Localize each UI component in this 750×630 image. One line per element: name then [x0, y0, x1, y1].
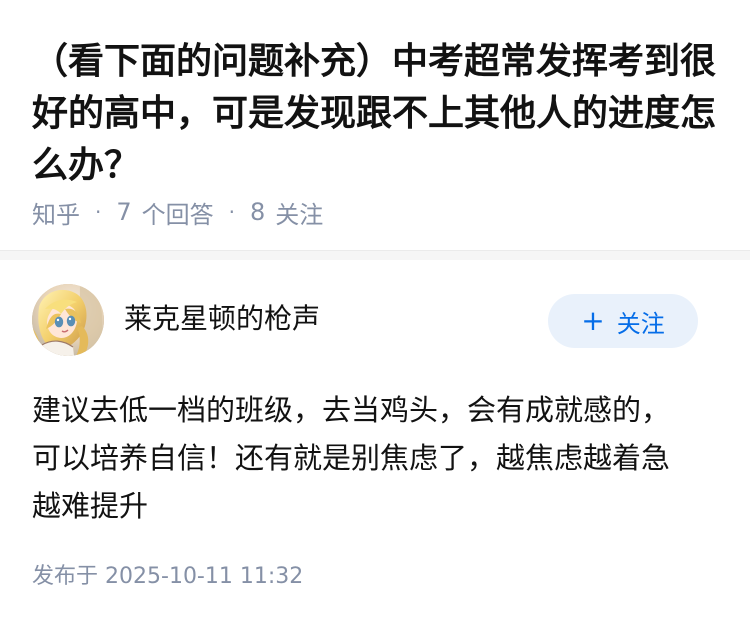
publish-datetime: 2025-10-11 11:32: [105, 564, 304, 589]
question-meta: 知乎 · 7 个回答 · 8 关注: [32, 194, 323, 230]
anime-girl-avatar-icon: [32, 284, 104, 356]
follow-button-label: 关注: [616, 309, 665, 338]
author-avatar[interactable]: [32, 284, 104, 356]
follower-count-link[interactable]: 8 关注: [250, 195, 323, 230]
section-divider: [0, 250, 750, 260]
question-title[interactable]: （看下面的问题补充）中考超常发挥考到很好的高中，可是发现跟不上其他人的进度怎么办…: [32, 36, 722, 192]
answer-count: 7: [116, 198, 132, 226]
meta-separator-dot: ·: [228, 200, 235, 224]
zhihu-source-link[interactable]: 知乎: [32, 195, 80, 230]
follower-count-label: 关注: [275, 200, 324, 229]
plus-icon: +: [581, 304, 605, 337]
publish-label: 发布于: [32, 564, 99, 589]
follow-button[interactable]: + 关注: [548, 294, 698, 348]
answer-body[interactable]: 建议去低一档的班级，去当鸡头，会有成就感的， 可以培养自信！还有就是别焦虑了，越…: [32, 386, 714, 530]
follower-count: 8: [250, 198, 266, 226]
answer-card: 莱克星顿的枪声 + 关注 建议去低一档的班级，去当鸡头，会有成就感的， 可以培养…: [0, 260, 750, 630]
answer-count-link[interactable]: 7 个回答: [116, 195, 213, 230]
author-name-link[interactable]: 莱克星顿的枪声: [124, 299, 320, 339]
publish-time: 发布于 2025-10-11 11:32: [32, 560, 303, 594]
answer-count-label: 个回答: [141, 200, 214, 229]
zhihu-question-page: （看下面的问题补充）中考超常发挥考到很好的高中，可是发现跟不上其他人的进度怎么办…: [0, 0, 750, 630]
question-header: （看下面的问题补充）中考超常发挥考到很好的高中，可是发现跟不上其他人的进度怎么办…: [0, 0, 750, 250]
meta-separator-dot: ·: [95, 200, 102, 224]
